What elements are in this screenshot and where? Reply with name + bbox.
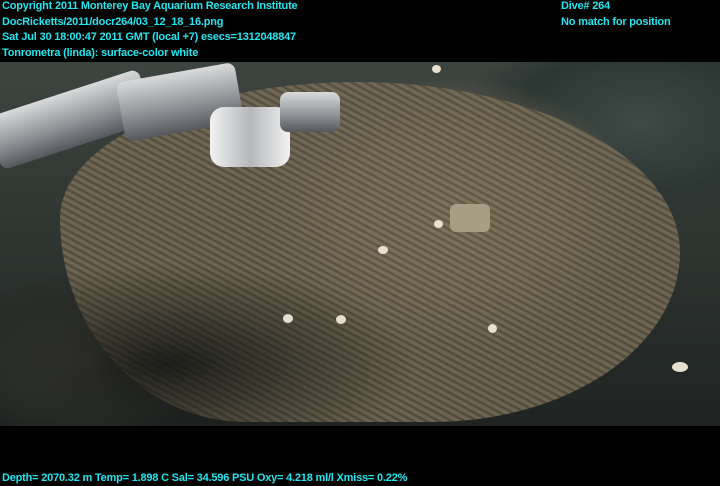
crinoid: [378, 246, 388, 254]
dive-info: Dive# 264 No match for position: [561, 0, 671, 30]
timestamp: Sat Jul 30 18:00:47 2011 GMT (local +7) …: [2, 31, 296, 43]
crinoid: [283, 314, 293, 323]
image-path: DocRicketts/2011/docr264/03_12_18_16.png: [2, 15, 224, 28]
crinoid: [488, 324, 497, 333]
sensor-readout: Depth= 2070.32 m Temp= 1.898 C Sal= 34.5…: [2, 472, 408, 484]
gripper-claw: [280, 92, 340, 132]
crinoid: [434, 220, 443, 228]
seafloor-photo: [0, 62, 720, 426]
robotic-gripper: [210, 107, 290, 167]
dive-number: Dive# 264: [561, 0, 610, 12]
frame-grab: Copyright 2011 Monterey Bay Aquarium Res…: [0, 0, 720, 486]
position-status: No match for position: [561, 15, 671, 28]
annotation-label: Tonrometra (linda): surface-color white: [2, 46, 199, 59]
crinoid: [336, 315, 346, 324]
shadow: [0, 262, 420, 426]
crinoid: [672, 362, 688, 372]
crinoid: [450, 204, 490, 232]
crinoid: [432, 65, 441, 73]
header-info: Copyright 2011 Monterey Bay Aquarium Res…: [2, 0, 298, 61]
copyright-text: Copyright 2011 Monterey Bay Aquarium Res…: [2, 0, 298, 12]
